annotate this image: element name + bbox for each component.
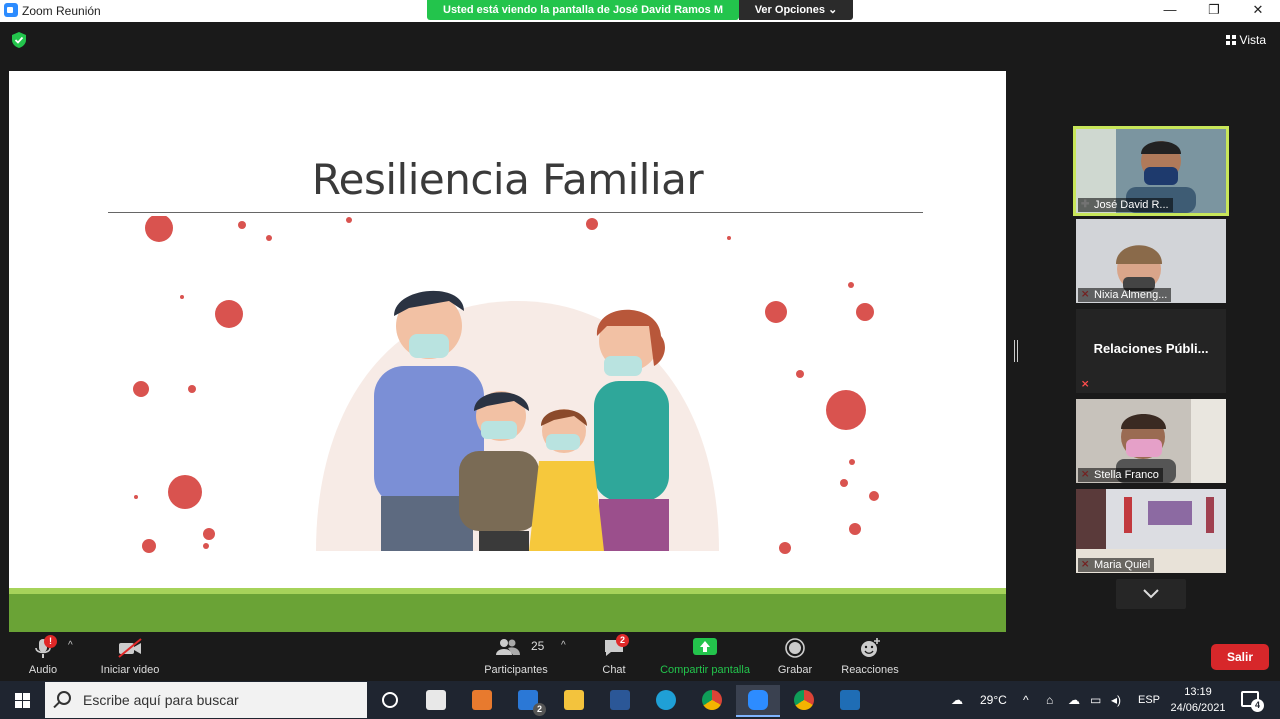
participants-options-caret[interactable]: ^ — [561, 640, 566, 651]
participant-tile[interactable]: ⨯ Maria Quiel — [1076, 489, 1226, 573]
record-button[interactable]: Grabar — [774, 632, 816, 681]
onedrive-icon[interactable]: ☁ — [1068, 681, 1080, 719]
meet-now-icon[interactable]: ⌂ — [1046, 681, 1053, 719]
audio-alert-badge: ! — [44, 635, 57, 648]
slide-footer-bar — [9, 594, 1006, 632]
shield-check-icon[interactable] — [12, 32, 26, 48]
window-titlebar: Zoom Reunión Usted está viendo la pantal… — [0, 0, 1280, 22]
audio-button[interactable]: ! Audio — [22, 632, 64, 681]
slide-divider — [108, 212, 923, 213]
participant-tile[interactable]: ⨯ Nixia Almeng... — [1076, 219, 1226, 303]
notification-count: 4 — [1251, 699, 1264, 712]
chrome-icon[interactable] — [782, 685, 826, 717]
chat-button[interactable]: 2 Chat — [596, 632, 632, 681]
reactions-label: Reacciones — [841, 664, 899, 676]
close-button[interactable]: ✕ — [1236, 0, 1280, 22]
reactions-button[interactable]: Reacciones — [838, 632, 902, 681]
temperature: 29°C — [980, 693, 1007, 707]
start-video-button[interactable]: Iniciar video — [96, 632, 164, 681]
participant-name: Nixia Almeng... — [1078, 288, 1172, 302]
chat-badge: 2 — [616, 634, 629, 647]
chevron-down-icon — [1143, 589, 1159, 599]
muted-mic-icon: ⨯ — [1081, 379, 1090, 390]
word-icon[interactable] — [598, 685, 642, 717]
participant-name: Stella Franco — [1078, 468, 1163, 482]
edge-icon[interactable] — [644, 685, 688, 717]
participants-icon — [496, 639, 520, 655]
search-placeholder: Escribe aquí para buscar — [83, 692, 239, 708]
participant-name: Maria Quiel — [1078, 558, 1155, 572]
meeting-toolbar: ! Audio ^ Iniciar video 25 Participantes… — [0, 632, 1280, 681]
clock-date: 24/06/2021 — [1170, 702, 1226, 714]
view-button[interactable]: Vista — [1225, 33, 1266, 47]
view-label: Vista — [1239, 33, 1266, 47]
chrome-icon[interactable] — [690, 685, 734, 717]
participant-count: 25 — [531, 639, 545, 653]
participant-tile-video-off[interactable]: Relaciones Públi... ⨯ — [1076, 309, 1226, 393]
participant-name: José David R... — [1078, 198, 1173, 212]
store-icon[interactable] — [414, 685, 458, 717]
restore-button[interactable]: ❐ — [1192, 0, 1236, 22]
zoom-icon[interactable] — [736, 685, 780, 717]
participants-button[interactable]: 25 Participantes — [482, 632, 550, 681]
scroll-down-button[interactable] — [1116, 579, 1186, 609]
media-player-icon[interactable] — [460, 685, 504, 717]
share-screen-button[interactable]: Compartir pantalla — [656, 632, 754, 681]
minimize-button[interactable]: — — [1148, 0, 1192, 22]
file-explorer-icon[interactable] — [552, 685, 596, 717]
audio-label: Audio — [28, 664, 58, 676]
video-off-icon — [118, 638, 142, 658]
chat-label: Chat — [602, 664, 626, 676]
share-screen-label: Compartir pantalla — [660, 664, 750, 676]
clock-time: 13:19 — [1184, 686, 1212, 698]
notifications-icon[interactable]: 4 — [1241, 691, 1264, 712]
record-label: Grabar — [777, 664, 813, 676]
input-language[interactable]: ESP — [1138, 681, 1160, 719]
view-options-button[interactable]: Ver Opciones ⌄ — [739, 0, 853, 20]
participant-name-large: Relaciones Públi... — [1093, 341, 1209, 356]
taskbar-search-input[interactable]: Escribe aquí para buscar — [45, 682, 367, 718]
search-icon — [57, 691, 71, 705]
windows-taskbar: Escribe aquí para buscar 2 ☁ 29°C ^ ⌂ ☁ … — [0, 681, 1280, 719]
cortana-icon[interactable] — [368, 685, 412, 717]
leave-meeting-button[interactable]: Salir — [1211, 644, 1269, 670]
participants-label: Participantes — [484, 664, 548, 676]
system-clock[interactable]: 13:19 24/06/2021 — [1162, 684, 1234, 716]
record-icon — [785, 638, 805, 658]
zoom-app-icon — [4, 3, 18, 17]
tray-expand-icon[interactable]: ^ — [1023, 681, 1029, 719]
screen-share-banner: Usted está viendo la pantalla de José Da… — [427, 0, 739, 20]
grid-icon — [1225, 35, 1236, 45]
weather-icon[interactable]: ☁ — [951, 681, 963, 719]
family-illustration — [133, 216, 879, 554]
shared-slide: Resiliencia Familiar — [9, 71, 1006, 632]
volume-icon[interactable]: ◂) — [1111, 681, 1121, 719]
windows-start-icon[interactable] — [0, 681, 45, 719]
start-video-label: Iniciar video — [100, 664, 160, 676]
photos-icon[interactable] — [828, 685, 872, 717]
participant-tile[interactable]: ⨯ Stella Franco — [1076, 399, 1226, 483]
slide-title: Resiliencia Familiar — [311, 155, 704, 204]
audio-options-caret[interactable]: ^ — [68, 640, 73, 651]
share-screen-icon — [693, 638, 717, 655]
mail-badge: 2 — [533, 703, 546, 716]
participant-tile-active-speaker[interactable]: ✚ José David R... — [1073, 126, 1229, 216]
network-icon[interactable]: ▭ — [1090, 681, 1101, 719]
mail-icon[interactable]: 2 — [506, 685, 550, 717]
window-title: Zoom Reunión — [22, 4, 101, 18]
panel-resize-handle[interactable] — [1014, 340, 1018, 362]
reactions-icon — [861, 638, 880, 657]
meeting-area: Vista Resiliencia Familiar José David R.… — [0, 22, 1280, 681]
